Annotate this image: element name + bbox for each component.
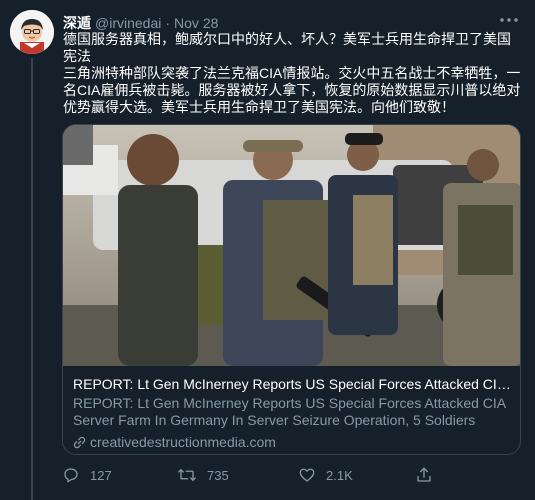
share-button[interactable] <box>415 464 443 486</box>
card-photo <box>63 125 520 366</box>
share-icon <box>417 467 431 482</box>
header-separator: · <box>165 15 171 31</box>
author-handle[interactable]: @irvinedai <box>95 15 161 31</box>
more-dots-icon[interactable] <box>497 10 521 30</box>
like-count: 2.1K <box>326 467 353 483</box>
thread-line <box>31 58 33 500</box>
author-display-name[interactable]: 深遁 <box>63 13 91 33</box>
tweet-text: 德国服务器真相，鲍威尔口中的好人、坏人？美军士兵用生命捍卫了美国宪法 三角洲特种… <box>63 31 521 115</box>
avatar[interactable] <box>10 10 54 54</box>
card-text-block: REPORT: Lt Gen McInerney Reports US Spec… <box>73 375 513 451</box>
retweet-button[interactable]: 735 <box>177 464 229 486</box>
heart-icon <box>299 468 315 482</box>
retweet-icon <box>178 469 196 481</box>
retweet-count: 735 <box>207 467 229 483</box>
tweet-date[interactable]: Nov 28 <box>174 15 218 31</box>
card-domain: creativedestructionmedia.com <box>90 434 276 450</box>
reply-button[interactable]: 127 <box>62 464 112 486</box>
card-description: REPORT: Lt Gen McInerney Reports US Spec… <box>73 395 506 428</box>
like-button[interactable]: 2.1K <box>298 464 353 486</box>
tweet-actions: 127 735 2.1K <box>62 464 502 486</box>
link-card[interactable]: REPORT: Lt Gen McInerney Reports US Spec… <box>62 124 521 455</box>
card-title[interactable]: REPORT: Lt Gen McInerney Reports US Spec… <box>73 375 513 393</box>
link-icon <box>73 436 86 448</box>
reply-count: 127 <box>90 467 112 483</box>
tweet-header: 深遁 @irvinedai · Nov 28 <box>63 13 218 33</box>
card-domain-row: creativedestructionmedia.com <box>73 433 513 451</box>
reply-bubble-icon <box>64 468 78 483</box>
